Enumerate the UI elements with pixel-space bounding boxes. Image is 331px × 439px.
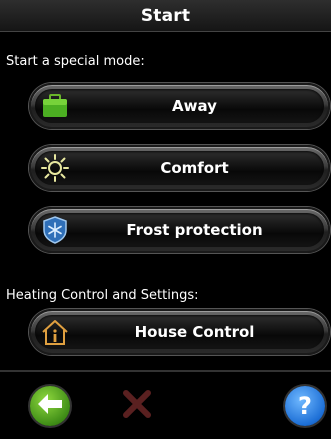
help-button[interactable]: ?	[285, 386, 325, 426]
suitcase-icon	[41, 92, 69, 120]
sun-icon	[41, 154, 69, 182]
title-bar: Start	[0, 0, 331, 32]
page-title: Start	[140, 5, 191, 26]
back-arrow-icon	[36, 392, 64, 420]
house-info-icon	[41, 318, 69, 346]
cancel-x-icon	[120, 387, 154, 425]
cancel-button[interactable]	[117, 386, 157, 426]
away-button-label: Away	[172, 97, 217, 115]
away-button[interactable]: Away	[29, 83, 330, 129]
house-control-button-label: House Control	[134, 323, 255, 341]
heating-control-label: Heating Control and Settings:	[6, 288, 199, 303]
house-control-button[interactable]: House Control	[29, 309, 330, 355]
back-button[interactable]	[30, 386, 70, 426]
comfort-button-label: Comfort	[160, 159, 229, 177]
help-question-icon: ?	[298, 392, 312, 420]
snowflake-shield-icon	[41, 216, 69, 244]
footer-divider	[0, 370, 331, 372]
special-mode-label: Start a special mode:	[6, 54, 145, 69]
frost-protection-button[interactable]: Frost protection	[29, 207, 330, 253]
frost-protection-button-label: Frost protection	[126, 221, 263, 239]
comfort-button[interactable]: Comfort	[29, 145, 330, 191]
